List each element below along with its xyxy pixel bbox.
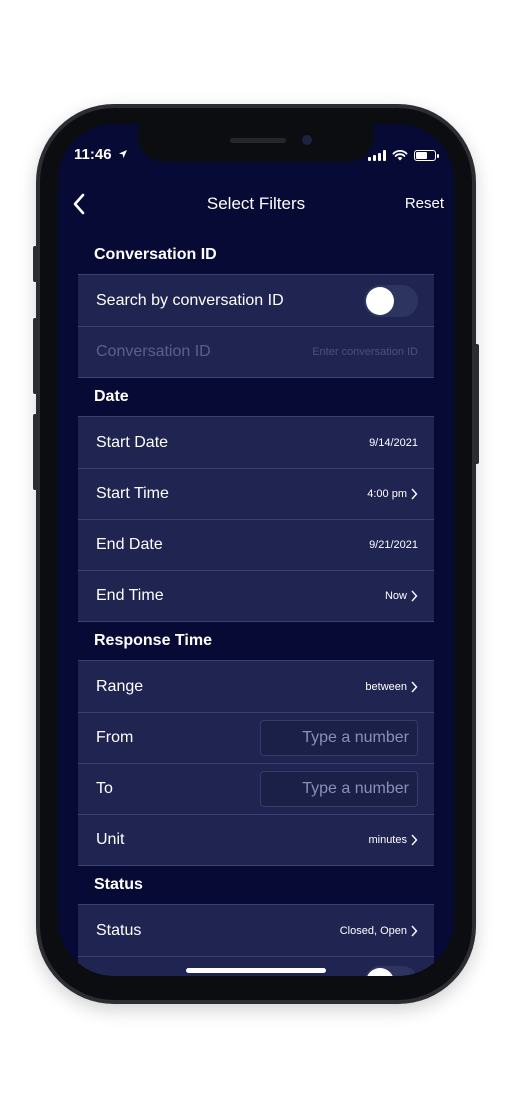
- phone-screen: 11:46 Select Filters Reset Conversation …: [58, 124, 454, 976]
- range-row[interactable]: Range between: [78, 661, 434, 712]
- range-label: Range: [96, 677, 144, 695]
- wifi-icon: [392, 150, 408, 161]
- section-header-conversation-id: Conversation ID: [94, 246, 217, 263]
- battery-icon: [414, 150, 439, 161]
- volume-down-button: [33, 414, 38, 490]
- status-bar-time: 11:46: [74, 146, 128, 163]
- response-time-group: Range between From Type a number To Type…: [78, 660, 434, 866]
- section-header-date: Date: [94, 388, 129, 405]
- from-label: From: [96, 729, 134, 746]
- toggle-knob: [366, 968, 394, 976]
- speaker-grille: [230, 138, 286, 143]
- from-number-input[interactable]: Type a number: [260, 720, 418, 756]
- end-time-row[interactable]: End Time Now: [78, 570, 434, 621]
- front-camera: [302, 135, 312, 145]
- section-header-status: Status: [94, 876, 143, 893]
- conversation-id-label: Conversation ID: [96, 343, 211, 360]
- status-group: Status Closed, Open: [78, 904, 434, 976]
- date-group: Start Date 9/14/2021 Start Time 4:00 pm …: [78, 416, 434, 622]
- filters-list: Conversation ID Search by conversation I…: [78, 236, 434, 976]
- search-by-id-toggle[interactable]: [364, 284, 418, 317]
- to-number-input[interactable]: Type a number: [260, 771, 418, 807]
- partial-row-toggle[interactable]: [364, 966, 418, 976]
- partial-toggle-row: [78, 956, 434, 976]
- chevron-right-icon: [411, 834, 418, 846]
- status-value: Closed, Open: [339, 924, 407, 937]
- to-label: To: [96, 780, 113, 797]
- page-title: Select Filters: [206, 194, 306, 213]
- chevron-right-icon: [411, 590, 418, 602]
- home-indicator[interactable]: [186, 968, 326, 973]
- end-date-value: 9/21/2021: [369, 539, 418, 551]
- conversation-id-row[interactable]: Conversation ID Enter conversation ID: [78, 326, 434, 377]
- start-date-row[interactable]: Start Date 9/14/2021: [78, 417, 434, 468]
- search-by-id-label: Search by conversation ID: [96, 291, 284, 309]
- signal-icon: [368, 150, 386, 161]
- location-arrow-icon: [118, 150, 127, 158]
- to-row: To Type a number: [78, 763, 434, 814]
- unit-row[interactable]: Unit minutes: [78, 814, 434, 865]
- navigation-bar: Select Filters Reset: [58, 186, 454, 222]
- end-date-label: End Date: [96, 536, 163, 553]
- conversation-id-input[interactable]: Enter conversation ID: [312, 346, 418, 358]
- notch: [138, 124, 374, 162]
- section-header-response-time: Response Time: [94, 632, 212, 649]
- reset-button[interactable]: Reset: [405, 195, 444, 212]
- end-time-value: Now: [384, 590, 407, 602]
- silent-switch: [33, 246, 38, 282]
- status-row[interactable]: Status Closed, Open: [78, 905, 434, 956]
- volume-up-button: [33, 318, 38, 394]
- unit-label: Unit: [96, 831, 125, 848]
- chevron-right-icon: [411, 925, 418, 936]
- toggle-knob: [366, 286, 394, 315]
- status-time-text: 11:46: [74, 146, 112, 163]
- range-value: between: [365, 680, 407, 693]
- status-bar-icons: [368, 149, 439, 161]
- end-date-row[interactable]: End Date 9/21/2021: [78, 519, 434, 570]
- start-date-label: Start Date: [96, 433, 169, 451]
- from-row: From Type a number: [78, 712, 434, 763]
- start-time-label: Start Time: [96, 485, 169, 502]
- power-button: [474, 344, 479, 464]
- search-by-id-row: Search by conversation ID: [78, 275, 434, 326]
- end-time-label: End Time: [96, 587, 164, 604]
- status-label: Status: [96, 921, 142, 939]
- conversation-id-group: Search by conversation ID Conversation I…: [78, 274, 434, 378]
- unit-value: minutes: [368, 834, 407, 846]
- start-date-value: 9/14/2021: [369, 436, 418, 449]
- chevron-right-icon: [411, 488, 418, 500]
- chevron-right-icon: [411, 681, 418, 692]
- start-time-row[interactable]: Start Time 4:00 pm: [78, 468, 434, 519]
- start-time-value: 4:00 pm: [367, 488, 407, 500]
